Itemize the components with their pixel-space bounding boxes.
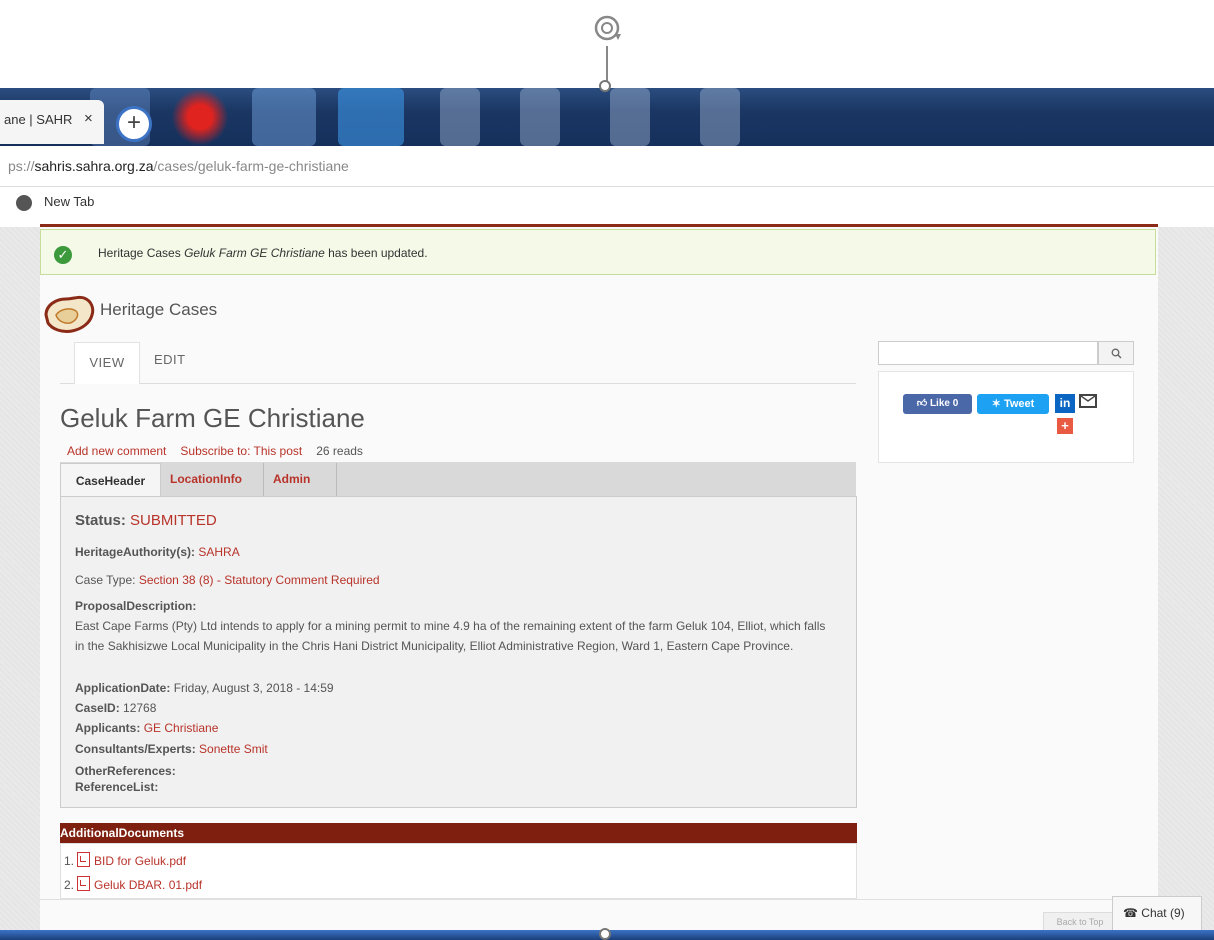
caseid-value: 12768	[123, 701, 157, 715]
share-widget	[878, 371, 1134, 463]
tab-edit[interactable]: EDIT	[154, 352, 186, 367]
case-type-row: Case Type: Section 38 (8) - Statutory Co…	[75, 573, 380, 587]
status-prefix: Heritage Cases	[98, 246, 181, 260]
addthis-plus-icon[interactable]: +	[1057, 418, 1073, 434]
applicants-value[interactable]: GE Christiane	[144, 721, 219, 735]
document-link[interactable]: BID for Geluk.pdf	[94, 854, 186, 868]
tab-caseheader[interactable]: CaseHeader	[60, 463, 161, 497]
browser-tab-title: ane | SAHR	[4, 112, 73, 127]
site-logo-icon[interactable]	[42, 293, 96, 335]
chat-button[interactable]: ☎ Chat (9)	[1112, 896, 1202, 930]
reads-count: 26 reads	[316, 444, 363, 458]
linkedin-icon[interactable]: in	[1055, 394, 1075, 413]
authority-label: HeritageAuthority(s):	[75, 545, 196, 559]
chat-icon: ☎	[1123, 906, 1138, 920]
applicants-row: Applicants: GE Christiane	[75, 721, 218, 735]
url-prefix: ps://	[8, 158, 35, 174]
tab-divider	[263, 463, 264, 496]
caseid-label: CaseID:	[75, 701, 120, 715]
page-footer	[40, 899, 1158, 931]
search-button[interactable]	[1098, 341, 1134, 365]
page-title: Geluk Farm GE Christiane	[60, 403, 365, 433]
chat-label: Chat (9)	[1141, 906, 1185, 920]
like-label: Like 0	[929, 398, 959, 409]
consultants-value[interactable]: Sonette Smit	[199, 742, 268, 756]
globe-icon	[16, 195, 32, 211]
document-link[interactable]: Geluk DBAR. 01.pdf	[94, 878, 202, 892]
new-tab-button[interactable]: +	[116, 106, 152, 142]
status-message-text: Heritage Cases Geluk Farm GE Christiane …	[98, 246, 428, 260]
tweet-button[interactable]: ✶ Tweet	[977, 394, 1049, 414]
status-suffix: has been updated.	[328, 246, 428, 260]
taskbar	[0, 88, 1214, 146]
twitter-bird-icon: ✶	[991, 398, 1001, 410]
thumbs-up-icon: 👍︎	[916, 398, 928, 409]
consultants-row: Consultants/Experts: Sonette Smit	[75, 742, 268, 756]
url-text[interactable]: ps://sahris.sahra.org.za/cases/geluk-far…	[8, 158, 349, 174]
document-number: 1.	[64, 854, 75, 868]
pdf-icon	[77, 876, 91, 891]
bookmarks-bar	[0, 187, 1214, 225]
rotate-handle-line	[606, 46, 608, 84]
application-date-row: ApplicationDate: Friday, August 3, 2018 …	[75, 681, 334, 695]
add-comment-link[interactable]: Add new comment	[67, 444, 166, 458]
other-references-label: OtherReferences:	[75, 764, 176, 778]
search-input[interactable]	[878, 341, 1098, 365]
other-references-row: OtherReferences:	[75, 764, 176, 778]
header-accent-line	[40, 224, 1158, 227]
proposal-label-text: ProposalDescription:	[75, 599, 197, 613]
url-path: /cases/geluk-farm-ge-christiane	[153, 158, 349, 174]
back-to-top-button[interactable]: Back to Top	[1043, 912, 1117, 932]
proposal-label: ProposalDescription:	[75, 599, 196, 613]
additional-documents-header: AdditionalDocuments	[60, 823, 857, 843]
url-host: sahris.sahra.org.za	[34, 158, 154, 174]
resize-handle[interactable]	[599, 928, 611, 940]
applicants-label: Applicants:	[75, 721, 141, 735]
site-name[interactable]: Heritage Cases	[100, 300, 217, 320]
facebook-like-button[interactable]: 👍︎ Like 0	[903, 394, 972, 414]
application-date-value: Friday, August 3, 2018 - 14:59	[173, 681, 334, 695]
document-item: 2. Geluk DBAR. 01.pdf	[64, 876, 202, 892]
case-status: Status: SUBMITTED	[75, 512, 217, 529]
document-number: 2.	[64, 878, 75, 892]
resize-handle[interactable]	[599, 80, 611, 92]
mail-icon[interactable]	[1079, 394, 1097, 408]
document-item: 1. BID for Geluk.pdf	[64, 852, 186, 868]
consultants-label: Consultants/Experts:	[75, 742, 196, 756]
subscribe-link[interactable]: Subscribe to: This post	[180, 444, 302, 458]
status-item: Geluk Farm GE Christiane	[184, 246, 325, 260]
proposal-description: East Cape Farms (Pty) Ltd intends to app…	[75, 619, 826, 653]
tab-locationinfo[interactable]: LocationInfo	[170, 472, 242, 486]
status-value: SUBMITTED	[130, 512, 217, 529]
tab-divider	[336, 463, 337, 496]
reference-list-label: ReferenceList:	[75, 780, 159, 794]
caseid-row: CaseID: 12768	[75, 701, 156, 715]
node-links: Add new comment Subscribe to: This post 26…	[67, 444, 363, 458]
rotate-icon[interactable]	[587, 8, 627, 48]
tweet-label: Tweet	[1003, 398, 1035, 410]
bookmark-new-tab[interactable]: New Tab	[44, 194, 94, 209]
search-icon	[1111, 348, 1122, 359]
authority-value[interactable]: SAHRA	[198, 545, 239, 559]
heritage-authority-row: HeritageAuthority(s): SAHRA	[75, 545, 240, 559]
tab-close-icon[interactable]: ×	[84, 110, 93, 127]
case-type-value[interactable]: Section 38 (8) - Statutory Comment Requi…	[139, 573, 380, 587]
pdf-icon	[77, 852, 91, 867]
application-date-label: ApplicationDate:	[75, 681, 171, 695]
tab-view[interactable]: VIEW	[74, 342, 140, 384]
case-type-label: Case Type:	[75, 573, 136, 587]
tab-admin[interactable]: Admin	[273, 472, 310, 486]
reference-list-row: ReferenceList:	[75, 780, 158, 794]
status-label: Status:	[75, 512, 126, 529]
checkmark-icon: ✓	[54, 246, 72, 264]
